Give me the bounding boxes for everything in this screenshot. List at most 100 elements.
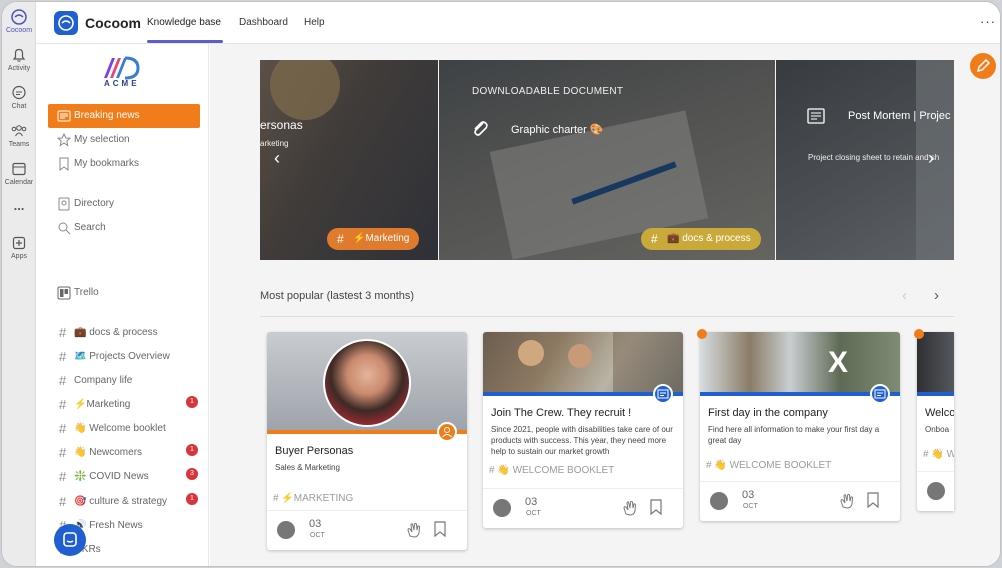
carousel-slide[interactable]: ersonas arketing ‹ # ⚡Marketing (260, 60, 438, 260)
card-image (917, 332, 954, 392)
hash-icon: # (59, 373, 67, 388)
cocoom-icon (11, 9, 27, 25)
channel-label: ⚡Marketing (74, 399, 131, 410)
date-day: 03 (742, 489, 755, 501)
tag-chip-docs-process[interactable]: # 💼 docs & process (641, 228, 761, 250)
channel-culture-strategy[interactable]: # 🎯 culture & strategy (48, 490, 200, 514)
bookmark-icon[interactable] (649, 499, 663, 516)
unread-badge: 3 (186, 468, 198, 480)
nav-directory[interactable]: Directory (48, 192, 200, 216)
rail-label: Chat (11, 103, 27, 110)
nav-my-selection[interactable]: My selection (48, 128, 200, 152)
rail-item-chat[interactable]: Chat (2, 84, 36, 110)
bookmark-icon (59, 157, 69, 171)
article-card[interactable]: X First day in the company Find here all… (700, 332, 900, 521)
card-tag[interactable]: # 👋 WELCOME BOOKLET (706, 460, 894, 471)
card-title: Welco (925, 407, 954, 419)
rail-item-teams[interactable]: Teams (2, 122, 36, 148)
card-subtitle: Onboa (925, 425, 950, 434)
avatar (325, 341, 409, 425)
unread-badge: 1 (186, 396, 198, 408)
clap-icon[interactable] (405, 521, 423, 539)
more-options-icon[interactable]: ··· (980, 14, 996, 29)
rail-item-calendar[interactable]: Calendar (2, 160, 36, 186)
rail-item-activity[interactable]: Activity (2, 46, 36, 72)
rail-item-apps[interactable]: Apps (2, 234, 36, 260)
nav-my-bookmarks[interactable]: My bookmarks (48, 152, 200, 176)
date-month: OCT (526, 510, 541, 517)
rail-label: Cocoom (5, 27, 33, 34)
sidebar: ACME Breaking news My selection My bookm… (36, 44, 209, 566)
slide-title: Graphic charter 🎨 (511, 124, 604, 136)
channel-covid-news[interactable]: # ❇️ COVID News (48, 465, 200, 489)
card-subtitle: Since 2021, people with disabilities tak… (491, 425, 673, 456)
nav-search[interactable]: Search (48, 216, 200, 240)
acme-logo: ACME (98, 54, 144, 88)
tab-dashboard[interactable]: Dashboard (239, 17, 288, 28)
chat-icon (12, 85, 26, 100)
new-indicator-dot (697, 329, 707, 339)
newspaper-icon (653, 384, 673, 404)
carousel-slide[interactable]: DOWNLOADABLE DOCUMENT Graphic charter 🎨 … (439, 60, 775, 260)
card-tag[interactable]: # 👋 WELCOME BOOKLET (489, 465, 677, 476)
card-image (483, 332, 683, 392)
newspaper-icon (57, 110, 71, 122)
card-title: Buyer Personas (275, 445, 354, 457)
channel-marketing[interactable]: # ⚡Marketing (48, 393, 200, 417)
carousel-next-icon[interactable]: › (928, 148, 934, 169)
hash-icon: # (59, 349, 67, 364)
bell-icon (12, 48, 26, 62)
card-image: X (700, 332, 900, 392)
channel-company-life[interactable]: # Company life (48, 369, 200, 393)
channel-docs-process[interactable]: # 💼 docs & process (48, 321, 200, 345)
clap-icon[interactable] (838, 492, 856, 510)
article-card[interactable]: Buyer Personas Sales & Marketing # ⚡MARK… (267, 332, 467, 550)
paperclip-icon (474, 121, 488, 136)
user-avatar-icon (277, 521, 295, 539)
popular-prev-icon[interactable]: ‹ (902, 287, 907, 304)
chat-support-button[interactable] (54, 524, 86, 556)
section-title: Most popular (lastest 3 months) (260, 290, 415, 302)
app-window: Cocoom Activity Chat Teams Calendar ... … (1, 1, 1001, 567)
active-tab-indicator (147, 40, 223, 43)
cocoom-logo-icon (54, 11, 78, 35)
date-day: 03 (309, 518, 322, 530)
channel-welcome-booklet[interactable]: # 👋 Welcome booklet (48, 417, 200, 441)
pencil-icon (976, 58, 991, 73)
tab-knowledge-base[interactable]: Knowledge base (147, 17, 221, 28)
brand-name: ACME (104, 79, 140, 88)
tag-chip-marketing[interactable]: # ⚡Marketing (327, 228, 420, 250)
chip-label: ⚡Marketing (353, 233, 410, 244)
carousel-slide[interactable]: Post Mortem | Projec Project closing she… (776, 60, 954, 260)
rail-item-more[interactable]: ... (2, 198, 36, 213)
nav-trello[interactable]: Trello (48, 281, 200, 305)
article-card[interactable]: Welco Onboa # 👋 W (917, 332, 954, 511)
hash-icon: # (59, 397, 67, 412)
article-card[interactable]: Join The Crew. They recruit ! Since 2021… (483, 332, 683, 528)
channel-label: 🎯 culture & strategy (74, 496, 168, 507)
channel-projects-overview[interactable]: # 🗺️ Projects Overview (48, 345, 200, 369)
new-indicator-dot (914, 329, 924, 339)
nav-breaking-news[interactable]: Breaking news (48, 104, 200, 128)
date-month: OCT (310, 532, 325, 539)
bookmark-icon[interactable] (866, 492, 880, 509)
carousel-prev-icon[interactable]: ‹ (274, 148, 280, 169)
user-avatar-icon (710, 492, 728, 510)
app-title: Cocoom (85, 15, 141, 31)
hash-icon: # (59, 494, 67, 509)
clap-icon[interactable] (621, 499, 639, 517)
card-title: Join The Crew. They recruit ! (491, 407, 632, 419)
card-image (267, 332, 467, 430)
card-tag[interactable]: # ⚡MARKETING (273, 493, 461, 504)
card-tag[interactable]: # 👋 W (923, 449, 954, 460)
channel-newcomers[interactable]: # 👋 Newcomers (48, 441, 200, 465)
bookmark-icon[interactable] (433, 521, 447, 538)
card-subtitle: Sales & Marketing (275, 463, 340, 472)
rail-item-cocoom[interactable]: Cocoom (2, 8, 36, 34)
hash-icon: # (651, 232, 658, 246)
popular-next-icon[interactable]: › (934, 287, 939, 304)
date-day: 03 (525, 496, 538, 508)
tab-help[interactable]: Help (304, 17, 325, 28)
calendar-icon (12, 162, 26, 176)
edit-button[interactable] (970, 53, 996, 79)
